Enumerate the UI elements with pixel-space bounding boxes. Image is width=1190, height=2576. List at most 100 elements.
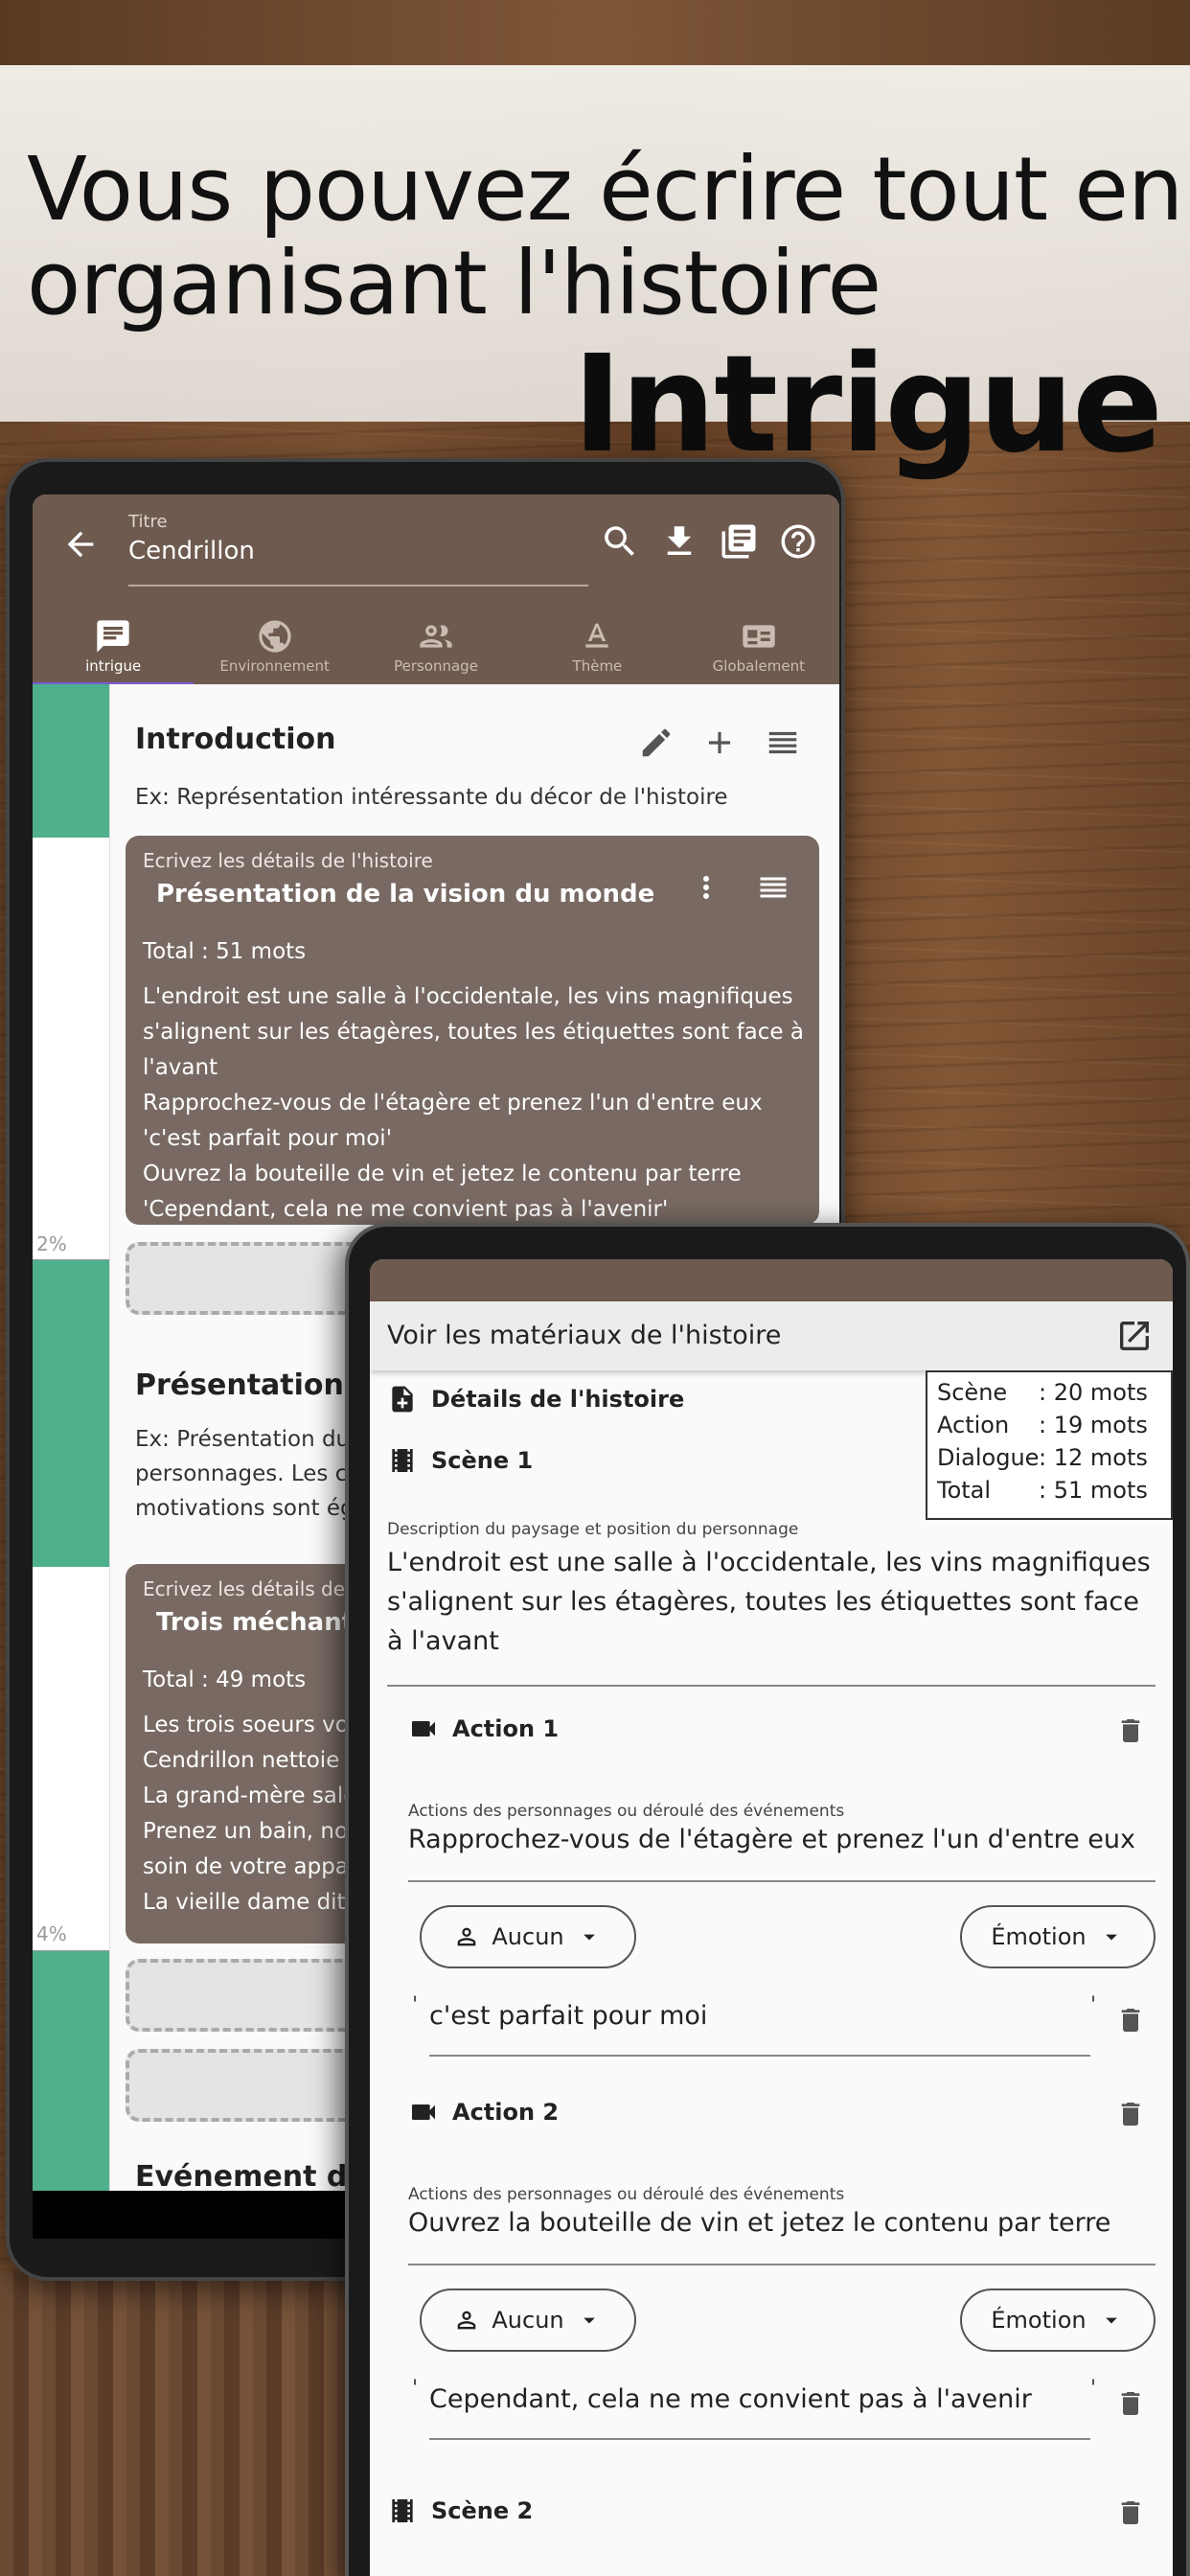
delete-icon[interactable] (1115, 2496, 1146, 2530)
download-icon[interactable] (659, 521, 699, 562)
tab-intrigue[interactable]: intrigue (33, 608, 195, 686)
tab-label: Globalement (712, 657, 805, 675)
character-select[interactable]: Aucun (420, 2288, 636, 2352)
tab-bar: intrigue Environnement Personnage Thème … (33, 608, 839, 686)
action-2-field[interactable]: Ouvrez la bouteille de vin et jetez le c… (408, 2208, 1110, 2238)
headline-highlight: Intrigue (572, 327, 1163, 483)
status-area (370, 1259, 1173, 1301)
field-underline (429, 2055, 1090, 2057)
tab-globalement[interactable]: Globalement (678, 608, 839, 684)
phone-frame-overlay: Voir les matériaux de l'histoire Scène: … (345, 1223, 1190, 2576)
add-icon[interactable] (701, 724, 738, 761)
stat-row: Action: 19 mots (937, 1412, 1148, 1438)
note-add-icon (392, 1386, 413, 1413)
dialogue-2-field[interactable]: Cependant, cela ne me convient pas à l'a… (429, 2384, 1032, 2414)
headline-line-1: Vous pouvez écrire tout en (27, 138, 1183, 241)
card-title: Présentation de la vision du monde (156, 880, 655, 908)
progress-strip-segment (33, 1951, 109, 2191)
help-icon[interactable] (778, 521, 818, 562)
wood-top-strip (0, 0, 1190, 67)
chat-icon (97, 620, 129, 653)
progress-percent: 4% (36, 1922, 67, 1945)
headline-line-2: organisant l'histoire (27, 232, 881, 334)
title-field-underline (128, 585, 588, 586)
emotion-select[interactable]: Émotion (960, 2288, 1156, 2352)
action-1-heading: Action 1 (408, 1714, 559, 1744)
tab-label: Personnage (394, 657, 478, 675)
tab-environnement[interactable]: Environnement (194, 608, 355, 684)
people-icon (420, 625, 452, 648)
card-body: L'endroit est une salle à l'occidentale,… (143, 984, 804, 1222)
action-1-field[interactable]: Rapprochez-vous de l'étagère et prenez l… (408, 1825, 1135, 1854)
person-icon (458, 2311, 476, 2330)
tab-theme[interactable]: Thème (516, 608, 677, 684)
title-field-label: Titre (128, 512, 168, 532)
library-books-icon[interactable] (719, 521, 759, 562)
videocam-icon (412, 2104, 435, 2120)
quote-open: ' (412, 2377, 419, 2401)
materials-header: Voir les matériaux de l'histoire (370, 1301, 1173, 1370)
title-field[interactable]: Cendrillon (128, 537, 255, 565)
dropdown-arrow-icon (1105, 2317, 1117, 2324)
card-word-total: Total : 51 mots (143, 939, 307, 964)
section-example: Ex: Représentation intéressante du décor… (135, 785, 728, 810)
tab-label: Thème (572, 657, 623, 675)
progress-strip-segment (33, 1260, 109, 1567)
field-underline (408, 1880, 1156, 1882)
scene-description-label: Description du paysage et position du pe… (387, 1520, 799, 1539)
progress-strip-segment (33, 684, 109, 838)
id-card-icon (743, 625, 775, 648)
progress-strip-segment (33, 1567, 109, 1950)
search-icon[interactable] (600, 521, 640, 562)
text-format-icon (585, 623, 609, 648)
story-card[interactable]: Ecrivez les détails de l'histoire Présen… (126, 836, 819, 1225)
tab-personnage[interactable]: Personnage (355, 608, 516, 684)
field-underline (387, 1685, 1156, 1687)
videocam-icon (412, 1721, 435, 1736)
screen-materials: Voir les matériaux de l'histoire Scène: … (370, 1259, 1173, 2576)
dropdown-arrow-icon (583, 2317, 595, 2324)
dialogue-1-field[interactable]: c'est parfait pour moi (429, 2001, 707, 2031)
more-vert-icon[interactable] (689, 870, 723, 905)
scene-2-heading: Scène 2 (387, 2496, 533, 2526)
card-title: Trois méchants (156, 1608, 369, 1637)
section-actions (638, 724, 801, 761)
reorder-icon[interactable] (756, 870, 790, 905)
tab-label: Environnement (219, 657, 330, 675)
card-label: Ecrivez les détails de l'histoire (143, 849, 433, 872)
dropdown-arrow-icon (583, 1934, 595, 1941)
card-word-total: Total : 49 mots (143, 1668, 307, 1692)
scene-description-field[interactable]: L'endroit est une salle à l'occidentale,… (387, 1543, 1154, 1661)
wood-bottom-area (0, 2271, 364, 2576)
reorder-icon[interactable] (765, 724, 801, 761)
edit-icon[interactable] (638, 724, 675, 761)
action-2-heading: Action 2 (408, 2097, 559, 2128)
materials-title: Voir les matériaux de l'histoire (387, 1321, 782, 1350)
tab-label: intrigue (85, 657, 142, 675)
stat-row: Scène: 20 mots (937, 1379, 1148, 1406)
headline-banner: Vous pouvez écrire tout en organisant l'… (0, 65, 1190, 477)
character-select[interactable]: Aucun (420, 1905, 636, 1968)
progress-percent: 2% (36, 1232, 67, 1255)
app-bar: Titre Cendrillon intrigue Environnement … (33, 494, 839, 686)
quote-open: ' (412, 1993, 419, 2017)
delete-icon[interactable] (1115, 1714, 1146, 1748)
word-stats-box: Scène: 20 mots Action: 19 mots Dialogue:… (926, 1370, 1173, 1520)
film-icon (392, 2499, 413, 2522)
back-arrow-icon[interactable] (61, 525, 100, 564)
scene-1-heading: Scène 1 (387, 1445, 533, 1476)
person-icon (458, 1927, 476, 1946)
open-in-new-icon[interactable] (1115, 1317, 1154, 1355)
card-actions (689, 870, 790, 905)
delete-icon[interactable] (1115, 2003, 1146, 2037)
emotion-select[interactable]: Émotion (960, 1905, 1156, 1968)
action-field-label: Actions des personnages ou déroulé des é… (408, 1802, 845, 1821)
field-underline (408, 2264, 1156, 2266)
globe-icon (258, 620, 291, 653)
delete-icon[interactable] (1115, 2386, 1146, 2421)
field-underline (429, 2438, 1090, 2440)
delete-icon[interactable] (1115, 2097, 1146, 2131)
quote-close: ' (1090, 1993, 1097, 2017)
story-details-heading: Détails de l'histoire (387, 1384, 684, 1414)
film-icon (392, 1449, 413, 1472)
